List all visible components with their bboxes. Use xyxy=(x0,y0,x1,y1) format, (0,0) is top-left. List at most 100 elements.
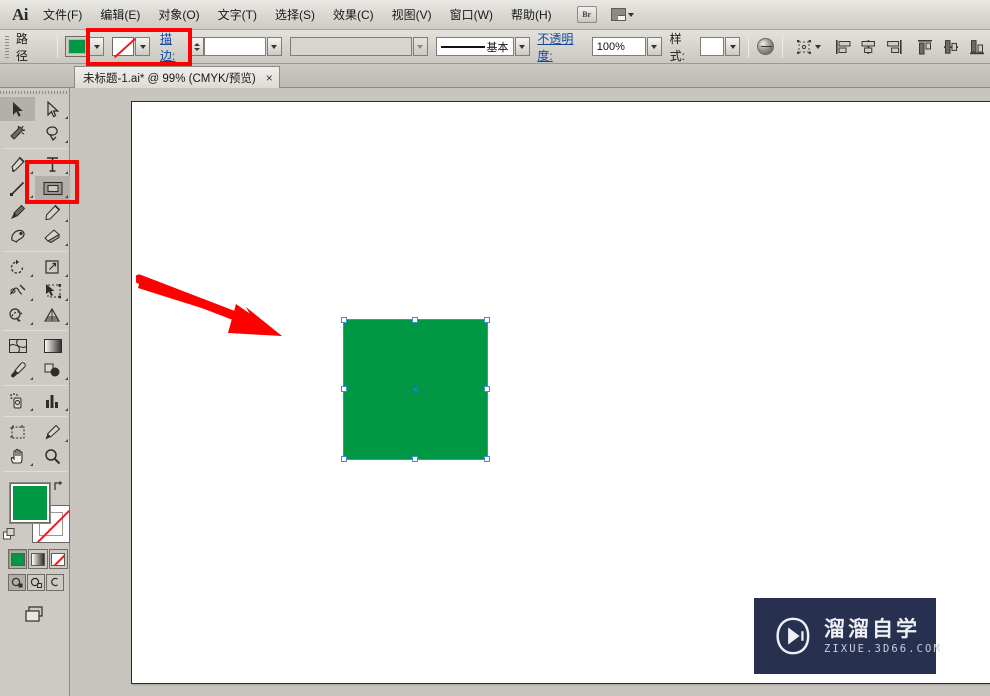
stroke-color-control[interactable] xyxy=(112,37,151,56)
type-tool[interactable] xyxy=(35,152,70,176)
blob-brush-tool[interactable] xyxy=(0,224,35,248)
arrange-documents-button[interactable] xyxy=(610,8,634,21)
selection-handle[interactable] xyxy=(341,386,347,392)
brush-definition-control[interactable]: 基本 xyxy=(435,37,530,56)
document-tab[interactable]: 未标题-1.ai* @ 99% (CMYK/预览) × xyxy=(74,66,280,88)
none-button[interactable] xyxy=(48,549,68,569)
zoom-tool[interactable] xyxy=(35,444,70,468)
stroke-profile-input[interactable] xyxy=(289,37,412,56)
mesh-tool[interactable] xyxy=(0,334,35,358)
align-center-vertical-icon[interactable] xyxy=(942,37,962,57)
fill-color-swatch[interactable] xyxy=(65,36,90,57)
gradient-tool[interactable] xyxy=(35,334,70,358)
rotate-tool[interactable] xyxy=(0,255,35,279)
selection-handle[interactable] xyxy=(341,317,347,323)
artboard[interactable] xyxy=(131,101,990,684)
close-icon[interactable]: × xyxy=(266,72,273,84)
menu-view[interactable]: 视图(V) xyxy=(383,4,441,26)
style-dropdown[interactable] xyxy=(725,37,741,56)
recolor-artwork-icon[interactable] xyxy=(757,38,775,55)
opacity-input[interactable]: 100% xyxy=(591,37,646,56)
color-button[interactable] xyxy=(8,549,28,569)
toolbox-grip[interactable] xyxy=(0,88,69,97)
brush-definition-input[interactable]: 基本 xyxy=(435,37,514,56)
menu-file[interactable]: 文件(F) xyxy=(34,4,91,26)
document-tab-label: 未标题-1.ai* @ 99% (CMYK/预览) xyxy=(83,72,256,85)
menu-type[interactable]: 文字(T) xyxy=(209,4,266,26)
width-tool[interactable] xyxy=(0,279,35,303)
fill-color-control[interactable] xyxy=(65,36,105,57)
selection-handle[interactable] xyxy=(484,317,490,323)
selection-handle[interactable] xyxy=(341,456,347,462)
default-fill-stroke-icon[interactable] xyxy=(3,528,16,541)
control-bar-grip[interactable] xyxy=(4,35,11,58)
eraser-tool[interactable] xyxy=(35,224,70,248)
direct-selection-tool[interactable] xyxy=(35,97,70,121)
selection-handle[interactable] xyxy=(484,386,490,392)
stroke-weight-stepper[interactable] xyxy=(190,37,204,56)
stroke-color-dropdown[interactable] xyxy=(135,37,151,56)
transform-dropdown-icon[interactable] xyxy=(814,44,821,49)
line-segment-tool[interactable] xyxy=(0,176,35,200)
toolbox-fill-swatch[interactable] xyxy=(10,483,50,523)
eyedropper-tool[interactable] xyxy=(0,358,35,382)
style-control[interactable] xyxy=(700,37,741,56)
stroke-weight-dropdown[interactable] xyxy=(266,37,282,56)
swap-fill-stroke-icon[interactable] xyxy=(53,479,65,491)
stroke-color-swatch[interactable] xyxy=(112,37,135,56)
fill-color-dropdown[interactable] xyxy=(89,37,105,56)
paintbrush-tool[interactable] xyxy=(0,200,35,224)
transform-panel-icon[interactable] xyxy=(794,37,814,57)
draw-inside-button[interactable] xyxy=(46,574,64,591)
gradient-swatch-icon xyxy=(30,552,45,566)
rectangle-tool[interactable] xyxy=(35,176,70,200)
artboard-tool[interactable] xyxy=(0,420,35,444)
stroke-weight-control[interactable] xyxy=(190,37,282,56)
magic-wand-tool[interactable] xyxy=(0,121,35,145)
free-transform-tool[interactable] xyxy=(35,279,70,303)
menu-select[interactable]: 选择(S) xyxy=(266,4,324,26)
menu-help[interactable]: 帮助(H) xyxy=(502,4,561,26)
arrange-documents-icon xyxy=(610,8,626,21)
hand-tool[interactable] xyxy=(0,444,35,468)
align-bottom-icon[interactable] xyxy=(967,37,987,57)
menu-window[interactable]: 窗口(W) xyxy=(441,4,502,26)
selection-tool[interactable] xyxy=(0,97,35,121)
fill-stroke-indicator xyxy=(0,479,70,545)
change-screen-mode-icon[interactable] xyxy=(23,605,47,630)
selection-handle[interactable] xyxy=(484,456,490,462)
none-swatch-icon xyxy=(51,552,66,566)
stroke-profile-control[interactable] xyxy=(289,37,428,56)
column-graph-tool[interactable] xyxy=(35,389,70,413)
perspective-grid-tool[interactable] xyxy=(35,303,70,327)
align-top-icon[interactable] xyxy=(916,37,936,57)
brush-definition-dropdown[interactable] xyxy=(514,37,530,56)
selection-handle[interactable] xyxy=(412,456,418,462)
pen-tool[interactable] xyxy=(0,152,35,176)
style-swatch[interactable] xyxy=(700,37,725,56)
opacity-dropdown[interactable] xyxy=(646,37,662,56)
align-center-horizontal-icon[interactable] xyxy=(859,37,879,57)
align-left-icon[interactable] xyxy=(833,37,853,57)
selection-handle[interactable] xyxy=(412,317,418,323)
gradient-button[interactable] xyxy=(28,549,48,569)
slice-tool[interactable] xyxy=(35,420,70,444)
scale-tool[interactable] xyxy=(35,255,70,279)
menu-edit[interactable]: 编辑(E) xyxy=(91,4,149,26)
menu-effect[interactable]: 效果(C) xyxy=(324,4,383,26)
opacity-control[interactable]: 100% xyxy=(591,37,662,56)
pencil-tool[interactable] xyxy=(35,200,70,224)
lasso-tool[interactable] xyxy=(35,121,70,145)
align-right-icon[interactable] xyxy=(885,37,905,57)
stroke-weight-input[interactable] xyxy=(203,37,266,56)
opacity-label[interactable]: 不透明度: xyxy=(537,30,587,64)
stroke-profile-dropdown[interactable] xyxy=(412,37,428,56)
menu-object[interactable]: 对象(O) xyxy=(149,4,208,26)
draw-behind-button[interactable] xyxy=(27,574,45,591)
bridge-button[interactable]: Br xyxy=(576,6,597,23)
shape-builder-tool[interactable] xyxy=(0,303,35,327)
draw-normal-button[interactable] xyxy=(8,574,26,591)
stroke-weight-label[interactable]: 描边: xyxy=(160,30,187,64)
symbol-sprayer-tool[interactable] xyxy=(0,389,35,413)
blend-tool[interactable] xyxy=(35,358,70,382)
